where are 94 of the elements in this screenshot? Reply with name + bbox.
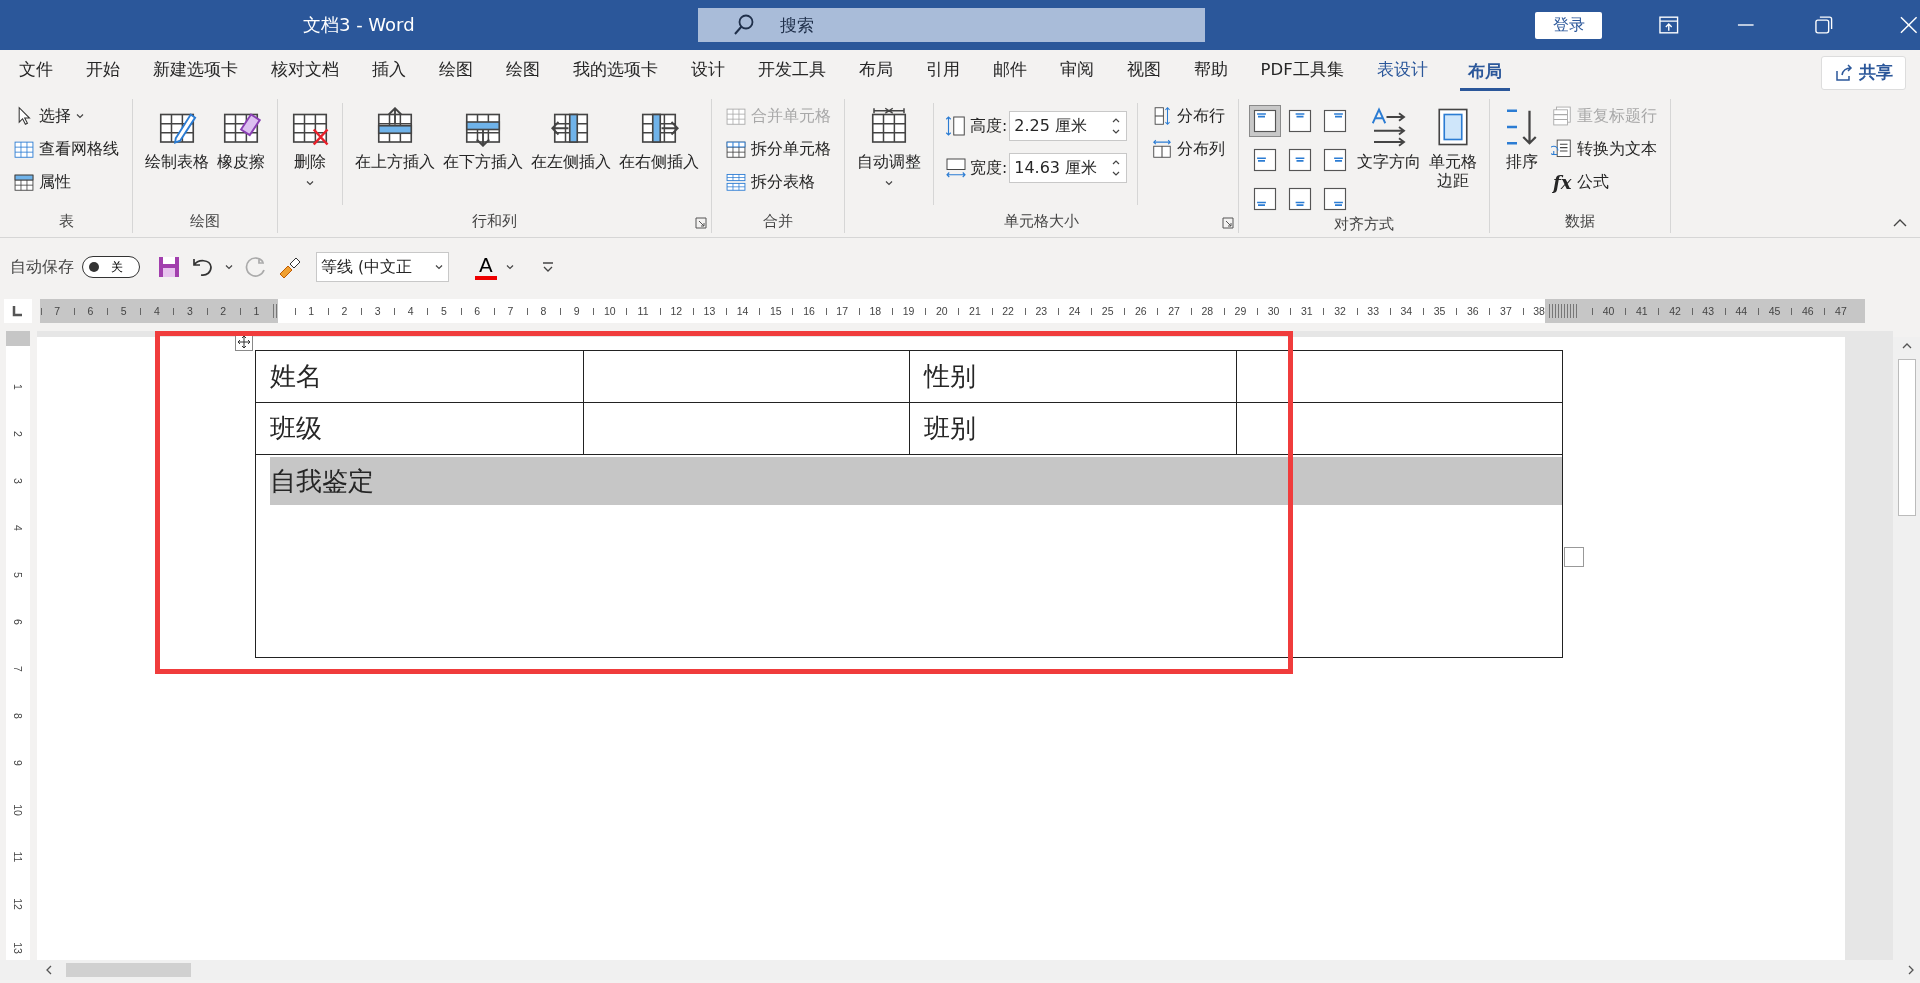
login-button[interactable]: 登录 (1535, 11, 1602, 39)
cell-text: 班级 (270, 412, 322, 445)
group-label: 表 (58, 211, 74, 231)
ribbon-button[interactable]: 排序 (1500, 99, 1545, 173)
share-button[interactable]: 共享 (1821, 55, 1906, 90)
font-color-button[interactable]: A (475, 254, 497, 280)
distribute-columns-icon (1151, 138, 1174, 160)
field-label: 高度: (970, 115, 1008, 137)
cell-text: 班别 (924, 412, 976, 445)
ribbon-display-icon[interactable] (1657, 14, 1680, 36)
ribbon-tab[interactable]: 布局 (1460, 54, 1511, 91)
ribbon-button[interactable]: 转换为文本 (1548, 134, 1661, 164)
customize-icon[interactable] (540, 260, 555, 274)
ribbon-button[interactable]: 分布行 (1148, 101, 1229, 131)
ribbon-tab[interactable]: PDF工具集 (1244, 53, 1361, 92)
ribbon-button[interactable]: 橡皮擦 (215, 99, 267, 173)
column-width-icon (944, 156, 968, 180)
ribbon-button[interactable]: 分布列 (1148, 134, 1229, 164)
split-table-icon (725, 171, 747, 193)
dialog-launcher-icon[interactable] (695, 217, 707, 229)
group-label: 对齐方式 (1334, 215, 1395, 234)
spin-field[interactable]: 14.63 厘米 (1009, 153, 1128, 183)
ribbon-button[interactable]: 在左侧插入 (529, 99, 613, 173)
share-icon (1834, 62, 1854, 83)
ribbon-tab[interactable]: 帮助 (1177, 53, 1244, 92)
ribbon-tab[interactable]: 布局 (842, 53, 909, 92)
ribbon-tab[interactable]: 审阅 (1043, 53, 1110, 92)
ribbon-tab[interactable]: 表设计 (1360, 53, 1445, 92)
ribbon-tab[interactable]: 开始 (69, 53, 136, 92)
ribbon-button[interactable]: 拆分单元格 (722, 134, 834, 164)
ribbon-tab[interactable]: 邮件 (976, 53, 1043, 92)
ribbon-tab[interactable]: 开发工具 (741, 53, 842, 92)
autosave-label: 自动保存 (10, 256, 74, 278)
ribbon-button[interactable]: 自动调整 (855, 99, 923, 189)
scrollbar-thumb[interactable] (1897, 359, 1916, 516)
save-icon[interactable] (156, 254, 182, 280)
search-input[interactable]: 搜索 (777, 14, 982, 36)
ribbon-tab[interactable]: 核对文档 (254, 53, 355, 92)
ribbon-button[interactable]: 查看网格线 (10, 134, 122, 164)
horizontal-ruler: 7 6 5 4 3 2 1 1 2 3 4 5 6 7 8 9 10 11 12 13 14 15 16 17 18 19 20 21 22 23 24 25 26 27 28 29 30 31 32 33 34 35 36 37 38 40 41 42 43 44 45 46 47 (40, 299, 1865, 323)
caret-icon[interactable] (224, 262, 234, 272)
ribbon-tab[interactable]: 视图 (1110, 53, 1177, 92)
group-label: 行和列 (472, 211, 517, 231)
cell-text: 姓名 (270, 360, 322, 393)
ribbon-button[interactable]: 选择 (10, 101, 122, 131)
ribbon-tab[interactable]: 我的选项卡 (556, 53, 674, 92)
ribbon-button[interactable]: 单元格边距 (1427, 99, 1480, 192)
caret-icon (75, 111, 85, 121)
ribbon-button[interactable]: 在右侧插入 (617, 99, 701, 173)
font-dropdown[interactable]: 等线 (中文正 (316, 252, 449, 282)
ribbon-button[interactable]: 删除 (288, 99, 332, 189)
selected-text: 自我鉴定 (270, 457, 1562, 505)
window-title: 文档3 - Word (301, 13, 416, 37)
field-label: 宽度: (970, 157, 1008, 179)
end-of-row-mark (1564, 547, 1584, 567)
cell-text: 性别 (924, 360, 976, 393)
search-field[interactable]: 搜索 (697, 8, 1206, 42)
group-label: 单元格大小 (1004, 211, 1080, 231)
table-icon (725, 105, 747, 127)
scrollbar-thumb[interactable] (66, 963, 191, 977)
search-icon (731, 13, 756, 37)
ribbon-tab[interactable]: 绘图 (422, 53, 489, 92)
ribbon-button[interactable]: 绘制表格 (143, 99, 211, 173)
ribbon-button[interactable]: 拆分表格 (722, 167, 834, 197)
split-cells-icon (725, 138, 747, 160)
ribbon-tab[interactable]: 引用 (909, 53, 976, 92)
row-height-icon (944, 114, 968, 138)
close-icon[interactable] (1898, 14, 1920, 36)
group-label: 绘图 (190, 211, 220, 231)
ribbon-tab[interactable]: 绘图 (489, 53, 556, 92)
ribbon-tab[interactable]: 新建选项卡 (136, 53, 254, 92)
caret-icon[interactable] (504, 262, 515, 272)
align-icon[interactable] (1249, 105, 1282, 137)
ribbon-tab[interactable]: 设计 (674, 53, 741, 92)
formula-icon: fx (1551, 171, 1574, 193)
table-properties-icon (13, 171, 35, 193)
group-label: 合并 (763, 211, 793, 231)
spin-field[interactable]: 2.25 厘米 (1009, 111, 1128, 141)
vertical-ruler: 1 2 3 4 5 6 7 8 9 10 11 12 13 (6, 331, 30, 960)
repeat-header-icon (1551, 105, 1574, 127)
autosave-toggle[interactable]: 关 (82, 256, 140, 278)
ribbon-button[interactable]: fx 公式 (1548, 167, 1661, 197)
ribbon-button[interactable]: 文字方向 (1355, 99, 1424, 173)
convert-icon (1551, 138, 1574, 160)
ribbon-tab[interactable]: 插入 (355, 53, 422, 92)
group-label: 数据 (1565, 211, 1596, 231)
ribbon-button[interactable]: 在上方插入 (353, 99, 437, 173)
grid-icon (13, 138, 35, 160)
ribbon-button[interactable]: 在下方插入 (441, 99, 525, 173)
restore-icon[interactable] (1812, 14, 1835, 36)
dialog-launcher-icon[interactable] (1222, 217, 1235, 229)
caret-icon[interactable] (434, 262, 444, 272)
ribbon-tab[interactable]: 文件 (2, 53, 69, 92)
ribbon-button[interactable]: 属性 (10, 167, 122, 197)
